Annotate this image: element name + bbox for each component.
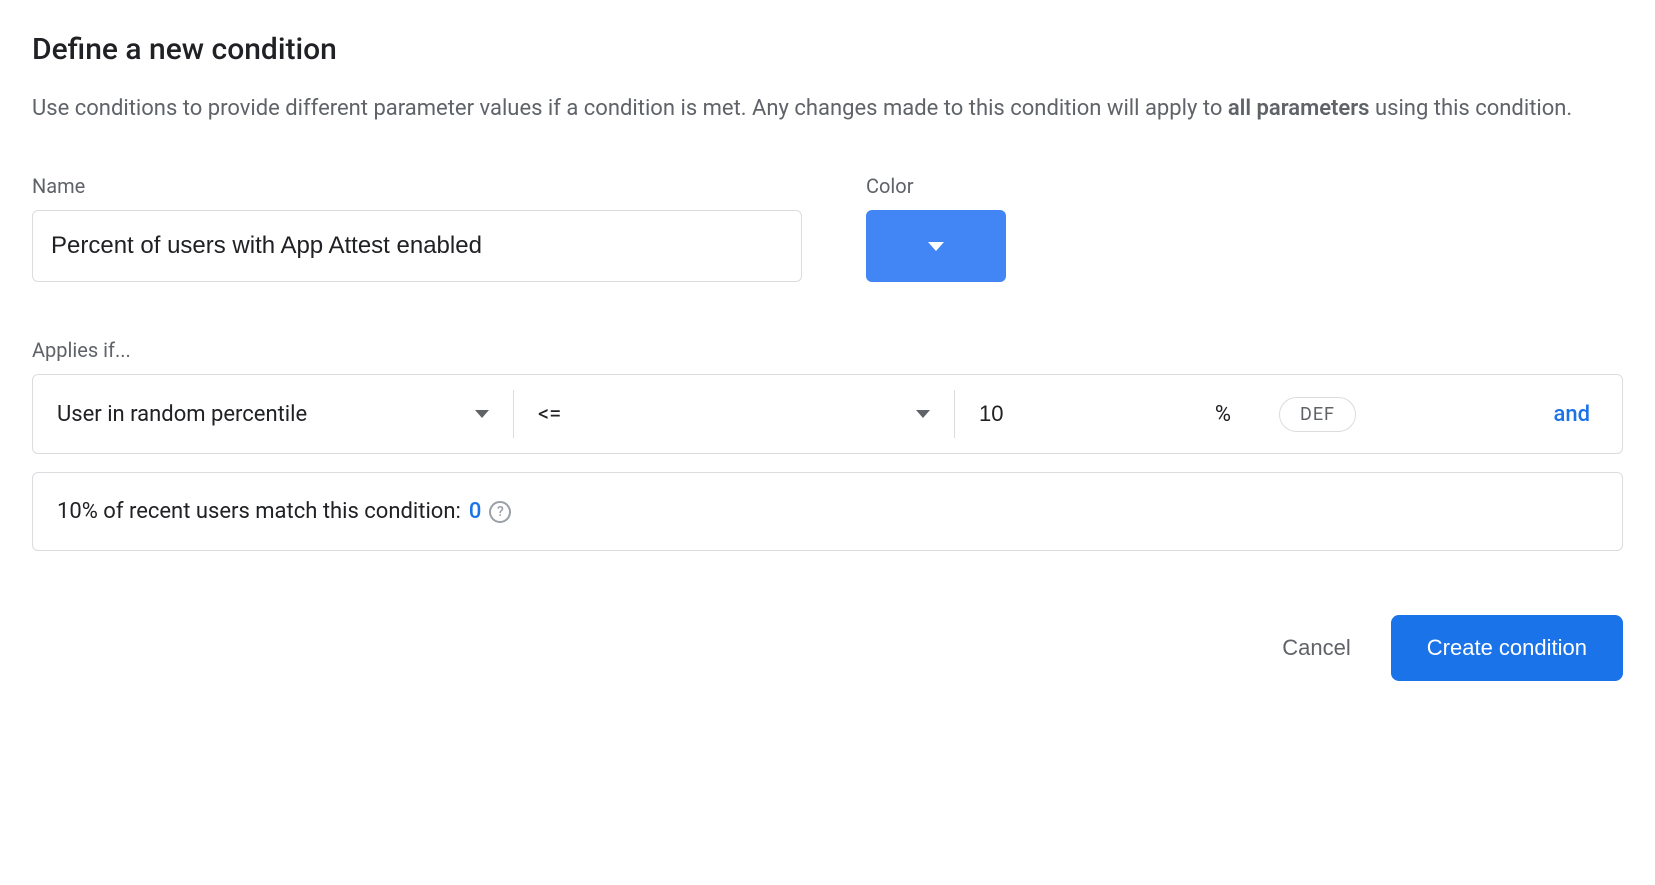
chevron-down-icon: [475, 410, 489, 418]
chevron-down-icon: [928, 242, 944, 251]
create-condition-button[interactable]: Create condition: [1391, 615, 1623, 681]
cancel-button[interactable]: Cancel: [1274, 619, 1358, 677]
color-label: Color: [866, 174, 1006, 198]
condition-value-input[interactable]: [979, 401, 1159, 427]
desc-post: using this condition.: [1370, 96, 1573, 121]
match-text: 10% of recent users match this condition…: [57, 499, 461, 524]
applies-if-label: Applies if...: [32, 338, 1623, 362]
percent-sign: %: [1215, 402, 1231, 427]
match-count: 0: [469, 499, 482, 524]
name-label: Name: [32, 174, 802, 198]
condition-target-value: User in random percentile: [57, 402, 307, 427]
add-condition-and[interactable]: and: [1553, 402, 1622, 427]
name-input[interactable]: [32, 210, 802, 282]
chevron-down-icon: [916, 410, 930, 418]
match-summary: 10% of recent users match this condition…: [32, 472, 1623, 551]
color-dropdown[interactable]: [866, 210, 1006, 282]
condition-row: User in random percentile <= % DEF and: [32, 374, 1623, 454]
condition-operator-value: <=: [538, 402, 561, 427]
desc-bold: all parameters: [1228, 96, 1370, 121]
seed-chip[interactable]: DEF: [1279, 397, 1356, 432]
condition-value-segment: %: [955, 375, 1255, 453]
page-description: Use conditions to provide different para…: [32, 91, 1623, 126]
condition-target-dropdown[interactable]: User in random percentile: [33, 375, 513, 453]
condition-operator-dropdown[interactable]: <=: [514, 375, 954, 453]
help-icon[interactable]: ?: [489, 501, 511, 523]
page-title: Define a new condition: [32, 32, 1623, 67]
desc-pre: Use conditions to provide different para…: [32, 96, 1228, 121]
